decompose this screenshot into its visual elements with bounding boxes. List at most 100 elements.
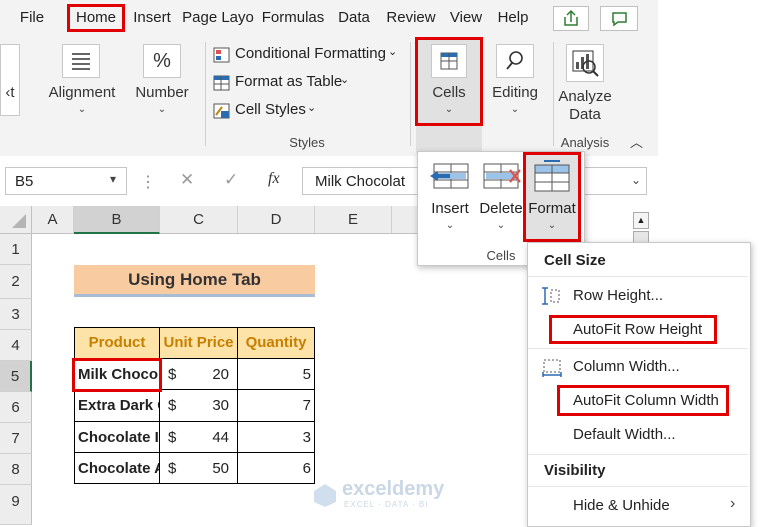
table-cell-price[interactable]: $20 [160, 359, 238, 390]
row-header-1[interactable]: 1 [0, 234, 32, 265]
menu-file[interactable]: File [14, 0, 50, 36]
chevron-down-icon: ⌄ [340, 74, 350, 86]
row-header-5[interactable]: 5 [0, 361, 32, 392]
styles-group-label: Styles [289, 135, 325, 150]
row-header-2[interactable]: 2 [0, 265, 32, 299]
select-all-corner[interactable] [0, 206, 32, 234]
header-product[interactable]: Product [75, 328, 160, 359]
menu-divider [528, 454, 748, 455]
default-width-item[interactable]: Default Width... [573, 426, 676, 443]
conditional-formatting-button[interactable]: Conditional Formatting ⌄ [212, 45, 412, 65]
analyze-data-label-2[interactable]: Data [554, 106, 616, 123]
name-box-value: B5 [15, 173, 34, 190]
column-header-a[interactable]: A [32, 206, 74, 234]
menu-review[interactable]: Review [382, 0, 440, 36]
alignment-label[interactable]: Alignment [40, 84, 124, 101]
cell-size-header: Cell Size [544, 252, 606, 269]
search-icon[interactable] [496, 44, 534, 78]
table-icon [213, 75, 230, 91]
insert-cells-icon[interactable] [428, 160, 472, 192]
visibility-header: Visibility [544, 462, 606, 479]
table-cell-quantity[interactable]: 7 [238, 390, 315, 422]
editing-label[interactable]: Editing [484, 84, 546, 101]
menu-divider [528, 348, 748, 349]
alignment-chevron-icon[interactable]: ⌄ [72, 104, 92, 115]
watermark-logo: exceldemy EXCEL · DATA · BI [312, 478, 462, 514]
conditional-formatting-icon [213, 47, 230, 63]
row-height-item[interactable]: Row Height... [573, 287, 663, 304]
insert-function-icon[interactable]: fx [268, 170, 280, 188]
comments-button[interactable] [600, 6, 638, 31]
analyze-data-icon[interactable] [566, 44, 604, 82]
row-header-6[interactable]: 6 [0, 392, 32, 423]
menu-data[interactable]: Data [334, 0, 374, 36]
number-label[interactable]: Number [130, 84, 194, 101]
table-cell-price[interactable]: $44 [160, 422, 238, 453]
row-height-icon [541, 286, 561, 306]
column-header-d[interactable]: D [238, 206, 315, 234]
menu-insert[interactable]: Insert [128, 0, 176, 36]
format-as-table-button[interactable]: Format as Table ⌄ [212, 73, 372, 93]
autofit-column-width-highlight [557, 385, 729, 416]
cells-button-highlight [415, 37, 483, 126]
number-chevron-icon[interactable]: ⌄ [152, 104, 172, 115]
table-cell-quantity[interactable]: 6 [238, 453, 315, 484]
cell-styles-label: Cell Styles [235, 101, 306, 118]
column-width-item[interactable]: Column Width... [573, 358, 680, 375]
table-cell-product[interactable]: Extra Dark C [75, 390, 160, 422]
scroll-up-button[interactable]: ▲ [633, 212, 649, 229]
comment-icon [612, 12, 627, 27]
menu-formulas[interactable]: Formulas [258, 0, 328, 36]
formula-input-value: Milk Chocolat [315, 173, 406, 190]
conditional-formatting-label: Conditional Formatting [235, 45, 386, 62]
watermark-icon [314, 484, 336, 507]
enter-check-icon[interactable]: ✓ [224, 170, 238, 190]
sheet-title[interactable]: Using Home Tab [74, 265, 315, 297]
menu-help[interactable]: Help [492, 0, 534, 36]
chevron-down-icon: ▾ [110, 172, 117, 186]
delete-cells-icon[interactable] [480, 160, 524, 192]
ribbon-divider [205, 42, 206, 146]
partial-ribbon-button[interactable] [0, 44, 20, 116]
expand-formula-bar-icon[interactable]: ⌄ [631, 173, 641, 187]
menu-view[interactable]: View [446, 0, 486, 36]
row-header-7[interactable]: 7 [0, 423, 32, 454]
table-cell-price[interactable]: $50 [160, 453, 238, 484]
cell-styles-button[interactable]: Cell Styles ⌄ [212, 101, 332, 121]
hide-unhide-item[interactable]: Hide & Unhide [573, 497, 670, 514]
menu-page-layout[interactable]: Page Layo [181, 0, 255, 36]
analyze-data-label-1[interactable]: Analyze [554, 88, 616, 105]
analysis-group-label: Analysis [560, 135, 610, 150]
column-header-e[interactable]: E [315, 206, 392, 234]
column-header-c[interactable]: C [160, 206, 238, 234]
chevron-down-icon[interactable]: ⌄ [491, 220, 511, 231]
row-header-3[interactable]: 3 [0, 299, 32, 330]
insert-cells-label[interactable]: Insert [420, 200, 480, 217]
table-cell-product[interactable]: Chocolate I [75, 422, 160, 453]
table-cell-price[interactable]: $30 [160, 390, 238, 422]
table-cell-quantity[interactable]: 5 [238, 359, 315, 390]
editing-chevron-icon[interactable]: ⌄ [505, 104, 525, 115]
menu-divider [528, 276, 748, 277]
row-header-4[interactable]: 4 [0, 330, 32, 361]
alignment-icon[interactable] [62, 44, 100, 78]
header-quantity[interactable]: Quantity [238, 328, 315, 359]
share-icon [564, 9, 578, 26]
cancel-icon[interactable]: ✕ [180, 170, 194, 190]
header-unit-price[interactable]: Unit Price [160, 328, 238, 359]
row-header-9[interactable]: 9 [0, 485, 32, 525]
chevron-down-icon: ⌄ [307, 102, 317, 114]
table-cell-product[interactable]: Chocolate A [75, 453, 160, 484]
collapse-ribbon-icon[interactable]: ︿ [630, 132, 643, 151]
format-button-highlight [523, 152, 581, 242]
chevron-down-icon: ⌄ [388, 46, 398, 58]
share-button[interactable] [553, 6, 589, 31]
row-header-8[interactable]: 8 [0, 454, 32, 485]
column-header-b[interactable]: B [74, 206, 160, 234]
delete-cells-label[interactable]: Delete [474, 200, 528, 217]
chevron-down-icon[interactable]: ⌄ [440, 220, 460, 231]
name-box[interactable]: B5 ▾ [5, 167, 127, 195]
table-cell-quantity[interactable]: 3 [238, 422, 315, 453]
percent-icon[interactable]: % [143, 44, 181, 78]
home-tab-highlight [67, 4, 125, 32]
